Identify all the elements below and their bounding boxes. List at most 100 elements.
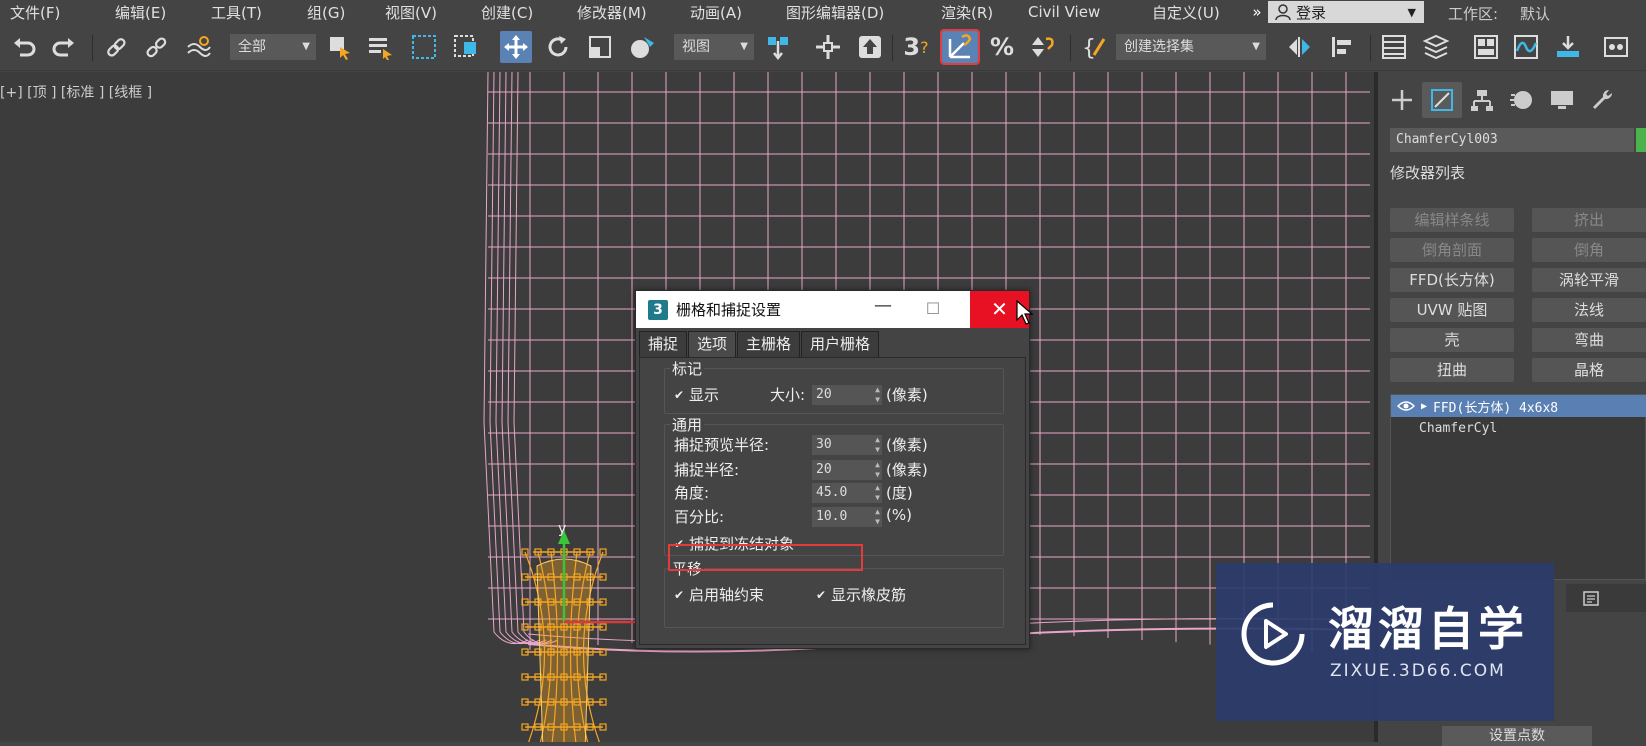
- spinner-arrows-icon[interactable]: ▲ ▼: [875, 460, 880, 480]
- menu-create[interactable]: 创建(C): [471, 2, 567, 23]
- select-and-move-button[interactable]: [500, 31, 532, 63]
- spinner-arrows-icon[interactable]: ▲ ▼: [875, 507, 880, 527]
- scene-explorer-button[interactable]: [1378, 31, 1410, 63]
- tab-motion[interactable]: [1502, 82, 1542, 118]
- tab-options[interactable]: 选项: [688, 331, 737, 357]
- edit-named-selection-button[interactable]: {: [1078, 31, 1110, 63]
- spacewarp-icon: [187, 36, 211, 57]
- modifier-list-dropdown[interactable]: 修改器列表: [1390, 162, 1465, 183]
- material-editor-button[interactable]: [1600, 31, 1632, 63]
- login-dropdown[interactable]: 登录 ▼: [1268, 1, 1424, 23]
- stack-item-base-object[interactable]: ChamferCyl: [1419, 421, 1497, 436]
- modifier-button[interactable]: 法线: [1532, 298, 1646, 322]
- schematic-view-button[interactable]: [1552, 31, 1584, 63]
- menu-graph-editors[interactable]: 图形编辑器(D): [776, 2, 931, 23]
- align-button[interactable]: [1326, 31, 1358, 63]
- select-and-rotate-button[interactable]: [542, 31, 574, 63]
- mirror-button[interactable]: [1284, 31, 1316, 63]
- modifier-button[interactable]: 编辑样条线: [1390, 208, 1514, 232]
- tab-user-grids[interactable]: 用户栅格: [801, 331, 880, 357]
- minimize-button[interactable]: —: [868, 295, 898, 323]
- modifier-button[interactable]: 壳: [1390, 328, 1514, 352]
- select-object-button[interactable]: [324, 31, 356, 63]
- tab-modify[interactable]: [1422, 82, 1462, 118]
- marker-size-spinner[interactable]: 20 ▲ ▼: [812, 385, 882, 405]
- percent-snap-toggle-button[interactable]: %: [986, 31, 1018, 63]
- modifier-button[interactable]: 晶格: [1532, 358, 1646, 382]
- layer-explorer-button[interactable]: [1420, 31, 1452, 63]
- eye-icon[interactable]: [1397, 399, 1415, 413]
- tab-create[interactable]: [1382, 82, 1422, 118]
- tab-home-grid[interactable]: 主栅格: [737, 331, 801, 357]
- selection-filter-value: 全部: [238, 39, 266, 55]
- tab-snaps[interactable]: 捕捉: [639, 331, 688, 357]
- menu-civil-view[interactable]: Civil View: [1018, 3, 1142, 21]
- modifier-button[interactable]: 倒角剖面: [1390, 238, 1514, 262]
- link-button[interactable]: [100, 31, 132, 63]
- spinner-arrows-icon[interactable]: ▲ ▼: [875, 483, 880, 503]
- modifier-button[interactable]: 弯曲: [1532, 328, 1646, 352]
- axis-constraint-checkbox[interactable]: ✔ 启用轴约束: [674, 584, 764, 605]
- toggle-ribbon-button[interactable]: [1470, 31, 1502, 63]
- marker-size-value: 20: [816, 387, 832, 402]
- angle-snap-toggle-button[interactable]: [940, 29, 980, 65]
- menu-animation[interactable]: 动画(A): [680, 2, 776, 23]
- rubber-band-checkbox[interactable]: ✔ 显示橡皮筋: [816, 584, 906, 605]
- tab-utilities[interactable]: [1582, 82, 1622, 118]
- spinner-arrows-icon[interactable]: ▲ ▼: [875, 385, 880, 405]
- menu-views[interactable]: 视图(V): [375, 2, 471, 23]
- rect-selection-button[interactable]: [408, 31, 440, 63]
- unlink-button[interactable]: [140, 31, 172, 63]
- snap-toggle-button[interactable]: 3 ?: [900, 31, 932, 63]
- reference-coordinate-value: 视图: [682, 39, 710, 55]
- menu-group[interactable]: 组(G): [297, 2, 375, 23]
- undo-button[interactable]: [8, 31, 40, 63]
- select-manipulate-button[interactable]: [812, 31, 844, 63]
- reference-coordinate-dropdown[interactable]: 视图 ▼: [674, 34, 754, 60]
- spinner-arrows-icon[interactable]: ▲ ▼: [875, 435, 880, 455]
- spinner-snap-toggle-button[interactable]: [1026, 31, 1058, 63]
- placement-button[interactable]: [626, 31, 658, 63]
- set-number-of-points-button[interactable]: 设置点数: [1442, 726, 1592, 746]
- named-selection-dropdown[interactable]: 创建选择集 ▼: [1116, 34, 1266, 60]
- menu-file[interactable]: 文件(F): [0, 2, 105, 23]
- motion-icon: [1510, 91, 1532, 109]
- menu-edit[interactable]: 编辑(E): [105, 2, 201, 23]
- modifier-button[interactable]: 挤出: [1532, 208, 1646, 232]
- object-color-swatch[interactable]: [1636, 128, 1646, 152]
- redo-button[interactable]: [48, 31, 80, 63]
- modifier-button[interactable]: 扭曲: [1390, 358, 1514, 382]
- menu-modifiers[interactable]: 修改器(M): [567, 2, 680, 23]
- tab-display[interactable]: [1542, 82, 1582, 118]
- dialog-title-bar[interactable]: 3 栅格和捕捉设置 — ☐ ✕: [636, 291, 1029, 328]
- maximize-button[interactable]: ☐: [918, 295, 948, 323]
- tab-hierarchy[interactable]: [1462, 82, 1502, 118]
- menu-customize[interactable]: 自定义(U): [1142, 2, 1246, 23]
- chevron-down-icon: ▼: [1252, 41, 1260, 52]
- select-by-name-button[interactable]: [364, 31, 396, 63]
- configure-modifier-sets-icon[interactable]: [1582, 589, 1600, 607]
- expand-arrow-icon[interactable]: ▶: [1421, 401, 1427, 412]
- snap-preview-radius-spinner[interactable]: 30 ▲ ▼: [812, 435, 882, 455]
- keyboard-shortcut-override-button[interactable]: [854, 31, 886, 63]
- menu-overflow-button[interactable]: »: [1246, 3, 1268, 21]
- workspace-dropdown[interactable]: 默认: [1520, 3, 1550, 24]
- modifier-button[interactable]: 倒角: [1532, 238, 1646, 262]
- modifier-button[interactable]: FFD(长方体): [1390, 268, 1514, 292]
- menu-rendering[interactable]: 渲染(R): [931, 2, 1018, 23]
- window-crossing-button[interactable]: [450, 31, 482, 63]
- angle-spinner[interactable]: 45.0 ▲ ▼: [812, 483, 882, 503]
- pivot-center-button[interactable]: [762, 31, 794, 63]
- stack-item-ffd[interactable]: ▶ FFD(长方体) 4x6x8: [1391, 395, 1646, 417]
- modifier-button[interactable]: UVW 贴图: [1390, 298, 1514, 322]
- display-markers-checkbox[interactable]: ✔ 显示: [674, 384, 719, 405]
- menu-tools[interactable]: 工具(T): [201, 2, 297, 23]
- object-name-field[interactable]: ChamferCyl003: [1390, 128, 1634, 152]
- snap-radius-spinner[interactable]: 20 ▲ ▼: [812, 460, 882, 480]
- select-and-scale-button[interactable]: [584, 31, 616, 63]
- percent-spinner[interactable]: 10.0 ▲ ▼: [812, 507, 882, 527]
- bind-spacewarp-button[interactable]: [182, 31, 214, 63]
- modifier-button[interactable]: 涡轮平滑: [1532, 268, 1646, 292]
- selection-filter-dropdown[interactable]: 全部 ▼: [230, 34, 316, 60]
- curve-editor-button[interactable]: [1510, 31, 1542, 63]
